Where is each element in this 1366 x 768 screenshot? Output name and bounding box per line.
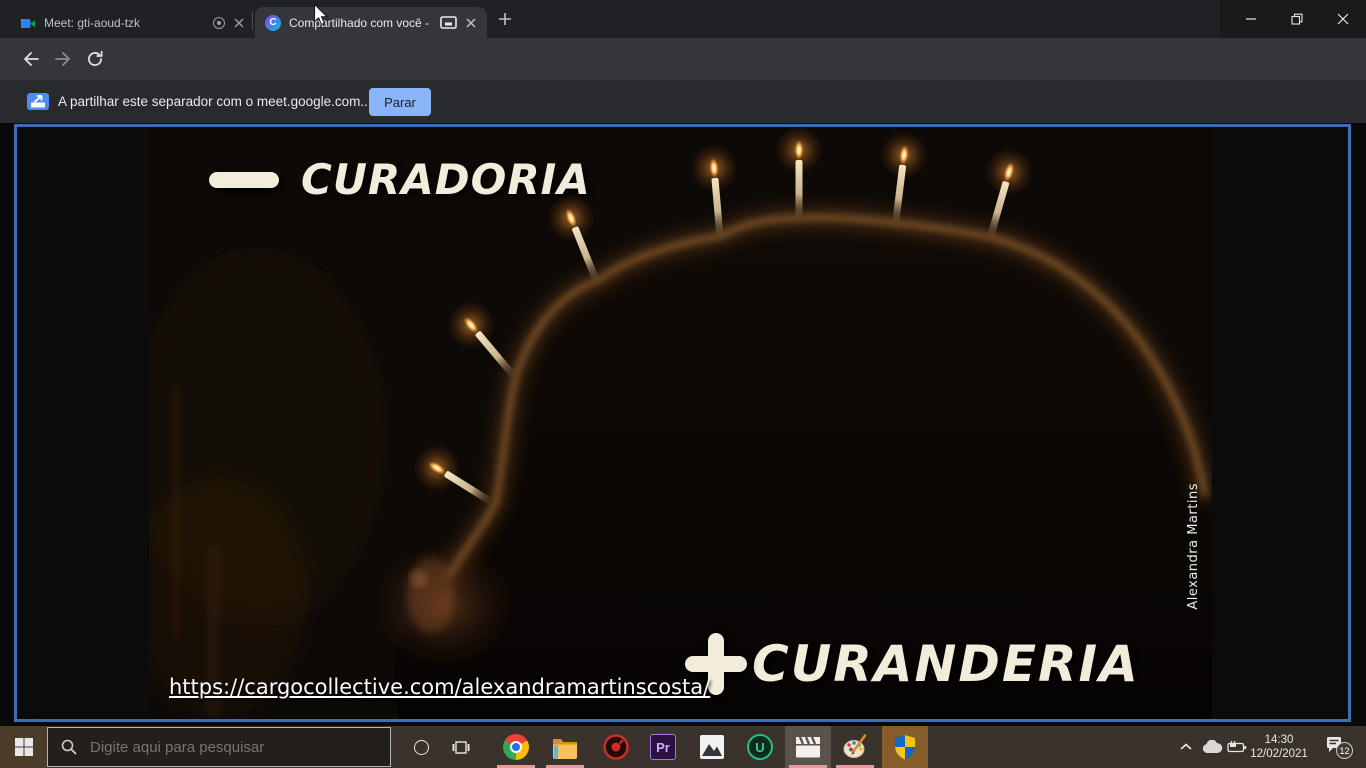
tab-recording-indicator-icon — [213, 17, 225, 29]
screen-recorder-icon — [603, 734, 629, 760]
taskbar-image-editor[interactable] — [832, 726, 878, 768]
file-explorer-icon — [552, 736, 578, 759]
dash-icon — [209, 172, 279, 188]
slide-subtitle: CURANDERIA — [685, 633, 1140, 695]
taskbar-file-explorer[interactable] — [542, 726, 588, 768]
uninstaller-icon: U — [747, 734, 773, 760]
capture-border: CURADORIA CURANDERIA https://cargocollec… — [14, 124, 1351, 722]
windows-taskbar: Pr U — [0, 726, 1366, 768]
taskbar-video-editor-active[interactable] — [785, 726, 831, 768]
canva-favicon-icon: C — [265, 15, 281, 31]
taskbar-uninstaller[interactable]: U — [737, 726, 783, 768]
browser-titlebar: Meet: gti-aoud-tzk C Compartilhado com v… — [0, 0, 1366, 38]
portfolio-link[interactable]: https://cargocollective.com/alexandramar… — [169, 675, 710, 699]
candles-silhouette-photo — [149, 127, 1212, 719]
taskbar-premiere[interactable]: Pr — [640, 726, 686, 768]
chevron-up-icon — [1180, 743, 1192, 751]
onedrive-cloud-icon — [1201, 740, 1223, 754]
defender-shield-icon — [893, 734, 917, 760]
back-button[interactable] — [20, 48, 42, 70]
tab-title: Compartilhado com você - C — [289, 16, 432, 30]
meet-favicon-icon — [20, 15, 36, 31]
clock-time: 14:30 — [1243, 733, 1315, 747]
slide-subtitle-text: CURANDERIA — [752, 635, 1140, 693]
premiere-icon: Pr — [650, 734, 676, 760]
tab-title: Meet: gti-aoud-tzk — [44, 16, 205, 30]
reload-button[interactable] — [84, 48, 106, 70]
page-content: CURADORIA CURANDERIA https://cargocollec… — [0, 123, 1366, 726]
cortana-icon — [414, 740, 429, 755]
photo-credit: Alexandra Martins — [1186, 483, 1201, 610]
tab-close-icon[interactable] — [233, 18, 245, 28]
tab-sharing-infobar: A partilhar este separador com o meet.go… — [0, 80, 1366, 123]
notification-count-badge: 12 — [1336, 742, 1353, 759]
paint-palette-icon — [842, 734, 868, 760]
windows-logo-icon — [15, 738, 33, 756]
browser-toolbar: canva.com /folder/shared — [0, 38, 1366, 80]
task-view-button[interactable] — [438, 726, 484, 768]
tab-canva[interactable]: C Compartilhado com você - C — [255, 7, 487, 38]
sharing-message: A partilhar este separador com o meet.go… — [58, 80, 372, 123]
slide-title: CURADORIA — [209, 155, 591, 204]
search-icon — [61, 739, 77, 755]
tab-divider — [252, 12, 253, 30]
tab-sharing-indicator-icon — [440, 16, 457, 29]
tab-meet[interactable]: Meet: gti-aoud-tzk — [10, 7, 255, 38]
clock-date: 12/02/2021 — [1243, 747, 1315, 761]
task-view-icon — [452, 740, 470, 755]
chrome-icon — [503, 734, 529, 760]
taskbar-clock[interactable]: 14:30 12/02/2021 — [1243, 733, 1315, 761]
desktop-screen: Meet: gti-aoud-tzk C Compartilhado com v… — [0, 0, 1366, 768]
taskbar-screen-recorder[interactable] — [593, 726, 639, 768]
start-button[interactable] — [0, 726, 47, 768]
share-tab-icon — [27, 93, 49, 110]
taskbar-search — [47, 726, 391, 768]
window-minimize-button[interactable] — [1228, 0, 1274, 38]
forward-button[interactable] — [52, 48, 74, 70]
new-tab-button[interactable] — [498, 12, 512, 31]
taskbar-chrome[interactable] — [493, 726, 539, 768]
photos-icon — [699, 734, 725, 760]
stop-sharing-button[interactable]: Parar — [369, 88, 431, 116]
tray-show-hidden-button[interactable] — [1172, 726, 1200, 768]
slide-title-text: CURADORIA — [301, 155, 591, 204]
search-input[interactable] — [47, 727, 391, 767]
window-restore-button[interactable] — [1274, 0, 1320, 38]
tab-close-icon[interactable] — [465, 18, 477, 28]
action-center-button[interactable]: 12 — [1318, 726, 1364, 768]
clapperboard-icon — [796, 737, 820, 758]
canva-slide-image[interactable]: CURADORIA CURANDERIA https://cargocollec… — [149, 127, 1212, 719]
window-close-button[interactable] — [1320, 0, 1366, 38]
taskbar-defender[interactable] — [882, 726, 928, 768]
taskbar-photos[interactable] — [689, 726, 735, 768]
